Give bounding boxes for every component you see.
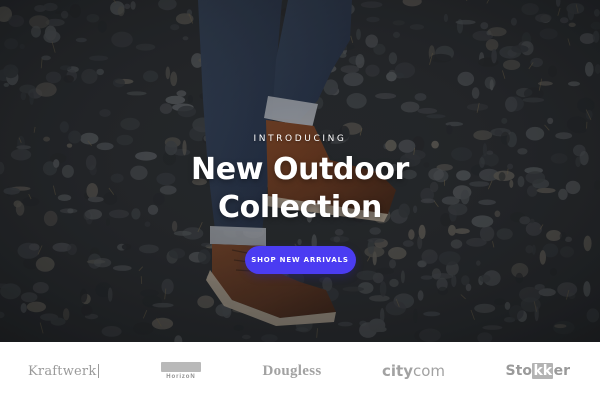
stokker-logo-text-c: er	[553, 363, 570, 379]
citycom-logo-text-b: com	[413, 362, 446, 380]
citycom-logo-text-a: city	[382, 362, 413, 380]
horizon-logo-text: HorizoN	[166, 374, 196, 380]
horizon-logo[interactable]: HorizoN	[160, 362, 202, 380]
hero-eyebrow: INTRODUCING	[253, 134, 347, 144]
brand-logo-strip: Kraftwerk HorizoN Dougless city com Sto kk…	[0, 342, 600, 400]
shop-new-arrivals-button[interactable]: SHOP NEW ARRIVALS	[244, 246, 356, 274]
stokker-logo-text-a: Sto	[505, 363, 532, 379]
horizon-logo-band	[160, 362, 201, 372]
stokker-logo[interactable]: Sto kk er	[506, 363, 570, 379]
kraftwerk-logo-bar	[98, 364, 100, 378]
kraftwerk-logo[interactable]: Kraftwerk	[28, 363, 100, 379]
dougless-logo[interactable]: Dougless	[262, 363, 321, 380]
kraftwerk-logo-text: Kraftwerk	[28, 363, 97, 379]
hero-banner: INTRODUCING New Outdoor Collection SHOP …	[0, 0, 600, 342]
hero-headline-line2: Collection	[218, 190, 382, 225]
hero-headline-line1: New Outdoor	[191, 152, 409, 187]
hero-headline: New Outdoor Collection	[191, 151, 409, 227]
citycom-logo[interactable]: city com	[382, 362, 445, 380]
stokker-logo-text-b: kk	[532, 363, 554, 379]
dougless-logo-text: Dougless	[262, 362, 322, 379]
hero-content: INTRODUCING New Outdoor Collection SHOP …	[0, 134, 600, 274]
